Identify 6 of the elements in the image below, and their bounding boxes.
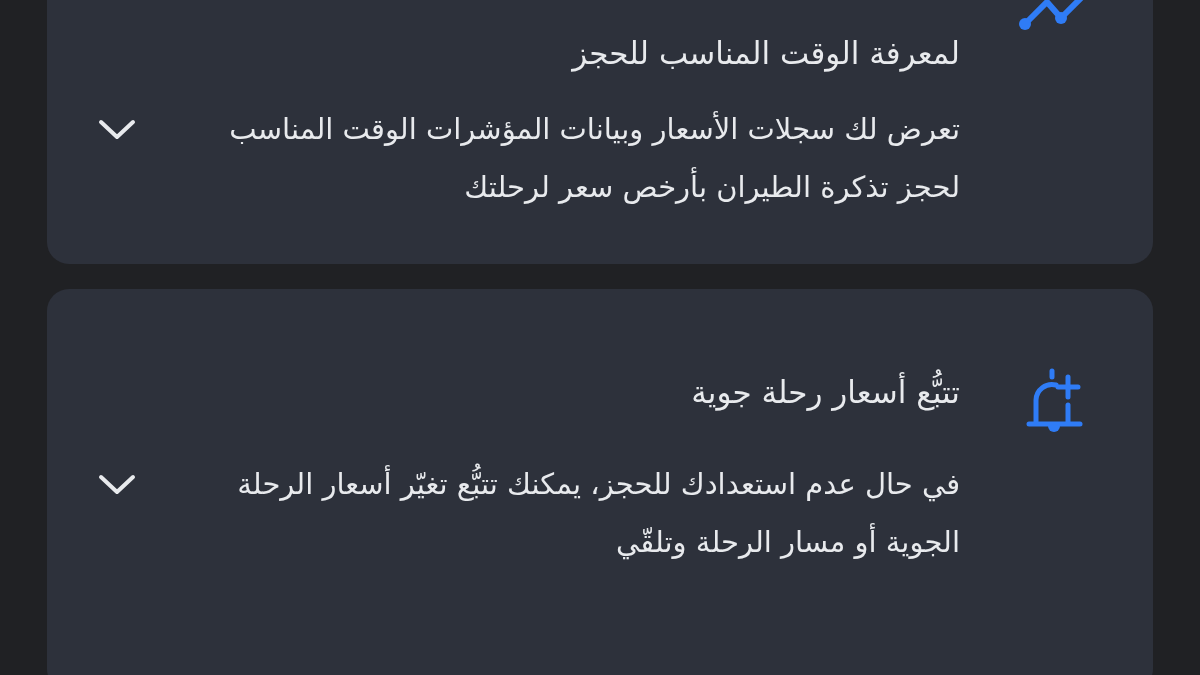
card-title: لمعرفة الوقت المناسب للحجز: [570, 34, 960, 74]
chevron-down-icon[interactable]: [97, 473, 137, 497]
card-title: تتبُّع أسعار رحلة جوية: [187, 367, 960, 433]
card-description: تعرض لك سجلات الأسعار وبيانات المؤشرات الوقت المناسب لحجز تذكرة الطيران بأرخص سعر لرحلتك: [228, 110, 960, 206]
card-description: في حال عدم استعدادك للحجز، يمكنك تتبُّع تغيّر أسعار الرحلة الجوية أو مسار الرحلة وتلقّي: [187, 455, 960, 571]
chevron-down-icon[interactable]: [97, 118, 137, 142]
